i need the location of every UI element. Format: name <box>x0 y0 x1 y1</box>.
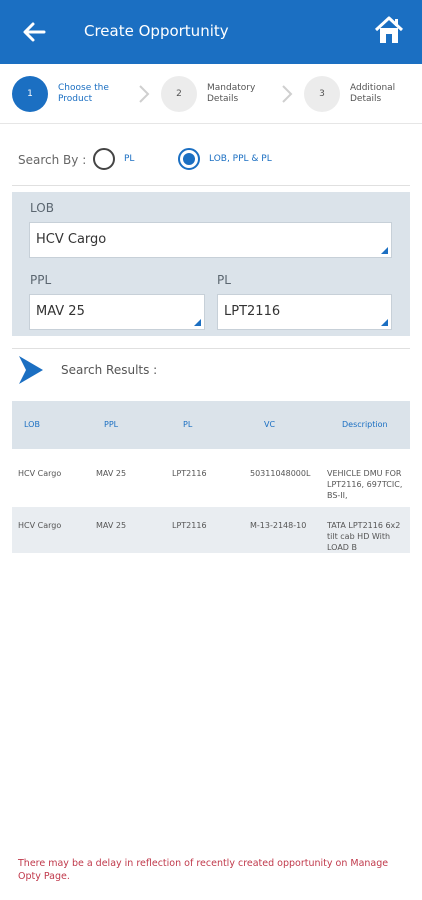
search-by-group: Search By : PL LOB, PPL & PL <box>18 145 408 175</box>
dropdown-corner-icon <box>381 319 388 326</box>
progress-stepper: 1 Choose the Product 2 Mandatory Details… <box>0 64 422 124</box>
dropdown-corner-icon <box>381 247 388 254</box>
radio-pl-label[interactable]: PL <box>124 154 134 164</box>
step-number: 3 <box>304 76 340 112</box>
search-results-header: Search Results : <box>12 350 410 390</box>
table-row[interactable]: HCV Cargo MAV 25 LPT2116 M-13-2148-10 TA… <box>12 507 410 553</box>
home-icon[interactable] <box>373 14 405 46</box>
cell-description: VEHICLE DMU FOR LPT2116, 697TCIC, BS-II, <box>327 469 403 500</box>
cell-ppl: MAV 25 <box>96 521 127 530</box>
column-header: VC <box>264 420 276 429</box>
step-label: Mandatory Details <box>207 83 256 104</box>
radio-lob-ppl-pl[interactable] <box>178 148 200 170</box>
step-label: Additional Details <box>350 83 396 104</box>
ppl-value: MAV 25 <box>36 304 85 319</box>
pl-label: PL <box>217 273 231 287</box>
chevron-right-icon <box>282 85 293 103</box>
cell-pl: LPT2116 <box>172 521 207 530</box>
step-number: 2 <box>161 76 197 112</box>
search-by-label: Search By : <box>18 153 87 167</box>
column-header: PPL <box>104 420 119 429</box>
filter-panel: LOB HCV Cargo PPL MAV 25 PL LPT2116 <box>12 192 410 336</box>
cell-lob: HCV Cargo <box>18 469 62 478</box>
divider <box>12 348 410 349</box>
chevron-right-icon <box>139 85 150 103</box>
radio-lob-ppl-pl-label[interactable]: LOB, PPL & PL <box>209 154 272 164</box>
search-results-title: Search Results : <box>61 363 158 377</box>
lob-value: HCV Cargo <box>36 232 107 247</box>
cell-ppl: MAV 25 <box>96 469 127 478</box>
pl-select[interactable]: LPT2116 <box>217 294 392 330</box>
ppl-label: PPL <box>30 273 52 287</box>
table-header: LOB PPL PL VC Description <box>12 401 410 449</box>
delay-warning-note: There may be a delay in reflection of re… <box>18 858 389 882</box>
cell-vc: M-13-2148-10 <box>250 521 307 530</box>
column-header: PL <box>183 420 193 429</box>
cell-pl: LPT2116 <box>172 469 207 478</box>
arrow-left-icon[interactable] <box>20 18 48 46</box>
dropdown-corner-icon <box>194 319 201 326</box>
lob-label: LOB <box>30 201 54 215</box>
lob-select[interactable]: HCV Cargo <box>29 222 392 258</box>
page-title: Create Opportunity <box>84 22 229 40</box>
cell-description: TATA LPT2116 6x2 tilt cab HD With LOAD B <box>327 521 401 552</box>
ppl-select[interactable]: MAV 25 <box>29 294 205 330</box>
app-bar: Create Opportunity <box>0 0 422 64</box>
table-row[interactable]: HCV Cargo MAV 25 LPT2116 50311048000L VE… <box>12 449 410 507</box>
play-arrow-icon <box>19 356 43 384</box>
column-header: LOB <box>24 420 40 429</box>
step-label: Choose the Product <box>58 83 109 104</box>
cell-lob: HCV Cargo <box>18 521 62 530</box>
step-number: 1 <box>12 76 48 112</box>
results-table: LOB PPL PL VC Description HCV Cargo MAV … <box>12 401 410 553</box>
divider <box>12 185 410 186</box>
pl-value: LPT2116 <box>224 304 281 319</box>
cell-vc: 50311048000L <box>250 469 311 478</box>
column-header: Description <box>342 420 388 429</box>
radio-pl[interactable] <box>93 148 115 170</box>
